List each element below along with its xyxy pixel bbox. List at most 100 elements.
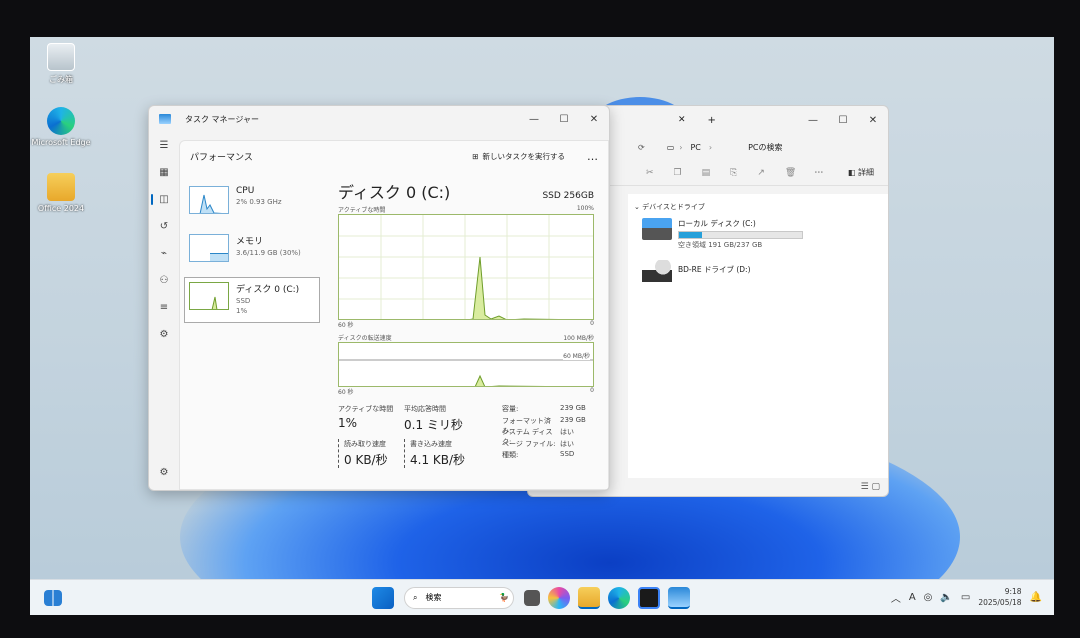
- store-icon[interactable]: [638, 586, 660, 609]
- property-row: ページ ファイル: はい: [502, 439, 574, 448]
- delete-icon[interactable]: 🗑: [785, 168, 796, 178]
- clock-date: 2025/05/18: [978, 598, 1022, 607]
- resource-name: ディスク 0 (C:): [236, 285, 300, 295]
- minimize-button[interactable]: —: [798, 115, 828, 126]
- taskbar: ⌕ 検索 🦆 ︿ A ◎ 🔈 ▭ 9:18 2025/05/18 🔔: [30, 579, 1054, 615]
- details-icon[interactable]: ≡: [149, 294, 179, 321]
- processes-icon[interactable]: ▦: [149, 159, 179, 186]
- close-button[interactable]: ✕: [579, 114, 609, 125]
- resource-item-memory[interactable]: メモリ 3.6/11.9 GB (30%): [184, 229, 320, 275]
- graph-time-left: 60 秒: [338, 389, 354, 396]
- edge-icon[interactable]: [608, 586, 630, 609]
- local-disk-icon: [642, 218, 672, 240]
- stat-response-time: 平均応答時間 0.1 ミリ秒: [404, 405, 463, 432]
- chevron-up-icon[interactable]: ︿: [891, 590, 901, 605]
- maximize-button[interactable]: ☐: [828, 115, 858, 126]
- window-title: タスク マネージャー: [185, 114, 259, 124]
- property-row: フォーマット済み: 239 GB: [502, 415, 586, 435]
- desktop: ごみ箱 Microsoft Edge Office 2024 ✕ + — ☐ ✕…: [30, 37, 1054, 615]
- resource-item-disk[interactable]: ディスク 0 (C:) SSD 1%: [184, 277, 320, 323]
- hamburger-menu-icon[interactable]: ☰: [149, 132, 179, 159]
- notification-bell-icon[interactable]: 🔔: [1030, 592, 1042, 603]
- users-icon[interactable]: ⚇: [149, 267, 179, 294]
- close-button[interactable]: ✕: [858, 115, 888, 126]
- services-icon[interactable]: ⚙: [149, 321, 179, 348]
- desktop-icon-recycle-bin[interactable]: ごみ箱: [30, 43, 96, 85]
- copy-icon[interactable]: ❐: [674, 168, 682, 178]
- search-highlight-icon: 🦆: [499, 593, 509, 602]
- more-options-button[interactable]: ⋯: [814, 168, 823, 178]
- start-button[interactable]: [372, 586, 394, 609]
- desktop-icon-label: ごみ箱: [49, 75, 73, 84]
- taskbar-search[interactable]: ⌕ 検索 🦆: [404, 586, 514, 609]
- share-icon[interactable]: ↗: [757, 168, 765, 178]
- graph-time-left: 60 秒: [338, 322, 354, 329]
- page-title: パフォーマンス: [190, 152, 253, 163]
- drive-item[interactable]: ローカル ディスク (C:) 空き領域 191 GB/237 GB: [642, 218, 888, 250]
- more-options-button[interactable]: …: [587, 150, 598, 163]
- disk-model: SSD 256GB: [542, 191, 594, 201]
- settings-icon[interactable]: ⚙: [149, 459, 179, 486]
- paste-icon[interactable]: ▤: [702, 168, 711, 178]
- run-task-icon: ⊞: [472, 151, 479, 161]
- task-view-icon[interactable]: [524, 589, 540, 606]
- page-header: パフォーマンス ⊞ 新しいタスクを実行する …: [180, 141, 608, 171]
- drive-item[interactable]: BD-RE ドライブ (D:): [642, 260, 888, 282]
- section-header[interactable]: ⌄ デバイスとドライブ: [634, 202, 888, 212]
- drive-usage-fill: [679, 232, 703, 238]
- tab-close-button[interactable]: ✕: [678, 115, 686, 125]
- stat-read-speed: 読み取り速度 0 KB/秒: [338, 439, 404, 468]
- title-bar: タスク マネージャー — ☐ ✕: [149, 106, 609, 132]
- back-icon[interactable]: ⟳: [638, 143, 645, 152]
- desktop-icon-office[interactable]: Office 2024: [30, 173, 96, 213]
- resource-item-cpu[interactable]: CPU 2% 0.93 GHz: [184, 181, 320, 227]
- details-button[interactable]: ◧ 詳細: [848, 167, 874, 178]
- property-row: 種類: SSD: [502, 450, 575, 459]
- resource-name: メモリ: [236, 237, 264, 247]
- app-history-icon[interactable]: ↺: [149, 213, 179, 240]
- task-manager-window: タスク マネージャー — ☐ ✕ ☰ ▦ ◫ ↺ ⌁ ⚇ ≡ ⚙ ⚙ パフォーマ…: [148, 105, 610, 491]
- cut-icon[interactable]: ✂: [646, 168, 654, 178]
- property-row: システム ディスク: はい: [502, 428, 574, 446]
- disk-detail: ディスク 0 (C:) SSD 256GB アクティブな時間 100% 60 秒…: [338, 179, 594, 468]
- details-pane-icon: ◧: [847, 168, 858, 177]
- new-tab-button[interactable]: +: [708, 115, 716, 126]
- rename-icon[interactable]: ⎘: [730, 168, 737, 178]
- edge-icon: [47, 107, 75, 135]
- desktop-icon-edge[interactable]: Microsoft Edge: [30, 107, 96, 147]
- stat-active-time: アクティブな時間 1%: [338, 405, 394, 430]
- battery-icon[interactable]: ▭: [961, 592, 970, 603]
- breadcrumb-pc[interactable]: PC: [690, 143, 700, 152]
- disk-stats: アクティブな時間 1% 平均応答時間 0.1 ミリ秒 読み取り速度 0 KB/秒…: [338, 404, 594, 468]
- detail-title: ディスク 0 (C:): [338, 183, 451, 202]
- bd-drive-icon: [642, 260, 672, 282]
- clock[interactable]: 9:18 2025/05/18: [978, 586, 1021, 608]
- property-row: 容量: 239 GB: [502, 404, 586, 413]
- graph-mid-label: 60 MB/秒: [563, 351, 590, 360]
- task-manager-icon[interactable]: [668, 586, 690, 609]
- drive-free-space: 空き領域 191 GB/237 GB: [678, 241, 763, 249]
- ime-indicator[interactable]: A: [909, 592, 916, 603]
- disk-thumbnail-graph: [189, 282, 229, 310]
- performance-icon[interactable]: ◫: [149, 186, 179, 213]
- view-toggle-icons[interactable]: ☰ ▢: [861, 482, 880, 492]
- clock-time: 9:18: [1004, 587, 1022, 596]
- minimize-button[interactable]: —: [519, 114, 549, 125]
- resource-usage: 3.6/11.9 GB (30%): [236, 249, 301, 257]
- recycle-bin-icon: [47, 43, 75, 71]
- search-input[interactable]: PCの検索: [748, 142, 782, 153]
- volume-icon[interactable]: 🔈: [940, 592, 952, 603]
- desktop-icon-label: Office 2024: [37, 204, 85, 213]
- maximize-button[interactable]: ☐: [549, 114, 579, 125]
- detail-header: ディスク 0 (C:) SSD 256GB: [338, 179, 594, 203]
- run-new-task-button[interactable]: ⊞ 新しいタスクを実行する: [472, 151, 565, 162]
- task-manager-logo-icon: [159, 114, 171, 124]
- startup-apps-icon[interactable]: ⌁: [149, 240, 179, 267]
- taskbar-apps: ⌕ 検索 🦆: [368, 586, 694, 609]
- network-icon[interactable]: ◎: [924, 592, 933, 603]
- file-explorer-icon[interactable]: [578, 586, 600, 609]
- drive-name: BD-RE ドライブ (D:): [678, 265, 751, 274]
- widgets-icon[interactable]: [44, 589, 62, 606]
- copilot-icon[interactable]: [548, 586, 570, 609]
- active-time-graph: [338, 214, 594, 320]
